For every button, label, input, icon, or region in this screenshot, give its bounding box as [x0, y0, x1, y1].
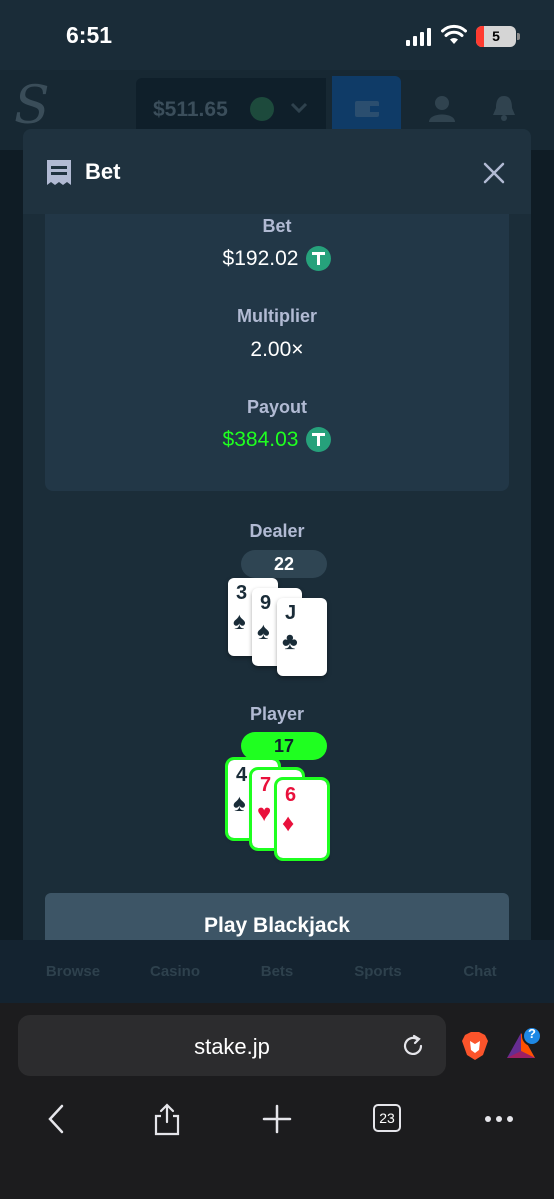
player-score: 17	[241, 732, 327, 760]
card-rank: 9	[260, 592, 272, 614]
user-icon[interactable]	[428, 95, 456, 123]
card-rank: 4	[236, 764, 248, 786]
tether-coin-icon	[306, 246, 332, 271]
chevron-down-icon[interactable]	[290, 102, 308, 114]
card-rank: 7	[260, 774, 272, 796]
battery-level: 5	[492, 28, 500, 44]
modal-header: Bet	[23, 129, 531, 214]
share-icon[interactable]	[150, 1102, 184, 1136]
url-text[interactable]: stake.jp	[18, 1034, 446, 1060]
player-card: 6 ♦	[274, 777, 330, 861]
balance-text: $511.65	[153, 98, 228, 121]
bet-amount: $192.02	[45, 246, 509, 271]
back-icon[interactable]	[40, 1102, 74, 1136]
payout-amount: $384.03	[45, 427, 509, 452]
tether-coin-icon	[306, 427, 332, 452]
nav-browse[interactable]: Browse	[23, 963, 123, 980]
bet-value: $192.02	[222, 246, 299, 270]
dealer-score: 22	[241, 550, 327, 578]
more-icon[interactable]	[482, 1102, 516, 1136]
nav-chat[interactable]: Chat	[430, 963, 530, 980]
card-rank: J	[285, 602, 297, 624]
play-blackjack-button[interactable]: Play Blackjack	[45, 893, 509, 940]
modal-title: Bet	[85, 159, 121, 184]
heart-icon: ♥	[257, 800, 272, 827]
bet-slip-icon	[47, 160, 71, 185]
spade-icon: ♠	[233, 608, 246, 635]
payout-label: Payout	[246, 397, 307, 417]
tabs-button[interactable]: 23	[373, 1104, 401, 1132]
battery-icon: 5	[476, 26, 520, 47]
multiplier-value: 2.00×	[250, 338, 304, 361]
spade-icon: ♠	[233, 790, 246, 817]
cellular-signal-icon	[406, 28, 432, 46]
status-time: 6:51	[66, 22, 113, 48]
bat-rewards-icon[interactable]: ?	[505, 1026, 543, 1061]
dealer-card: J ♣	[277, 598, 327, 676]
wifi-icon	[441, 24, 467, 44]
card-rank: 6	[285, 784, 297, 806]
bet-summary: Bet $192.02 Multiplier 2.00× Payout $384…	[45, 214, 509, 491]
payout-value: $384.03	[222, 427, 299, 451]
player-label: Player	[249, 704, 305, 724]
new-tab-icon[interactable]	[260, 1102, 294, 1136]
card-rank: 3	[236, 582, 248, 604]
nav-sports[interactable]: Sports	[328, 963, 428, 980]
tether-coin-icon	[250, 97, 274, 121]
stake-logo: S	[14, 76, 50, 136]
brave-lion-icon[interactable]	[461, 1031, 489, 1061]
nav-casino[interactable]: Casino	[125, 963, 225, 980]
multiplier-label: Multiplier	[237, 306, 317, 326]
spade-icon: ♠	[257, 618, 270, 645]
reload-icon[interactable]	[401, 1034, 425, 1058]
wallet-icon	[355, 101, 379, 117]
club-icon: ♣	[282, 628, 298, 655]
dealer-label: Dealer	[249, 521, 305, 541]
bet-label: Bet	[262, 216, 292, 236]
bat-badge: ?	[528, 1026, 536, 1041]
close-icon[interactable]	[480, 159, 508, 187]
status-bar: 6:51 5	[0, 0, 554, 70]
notification-bell-icon[interactable]	[490, 94, 518, 122]
diamond-icon: ♦	[282, 810, 295, 837]
bet-modal: Bet Bet $192.02 Multiplier 2.00× Payout …	[23, 129, 531, 940]
nav-bets[interactable]: Bets	[227, 963, 327, 980]
